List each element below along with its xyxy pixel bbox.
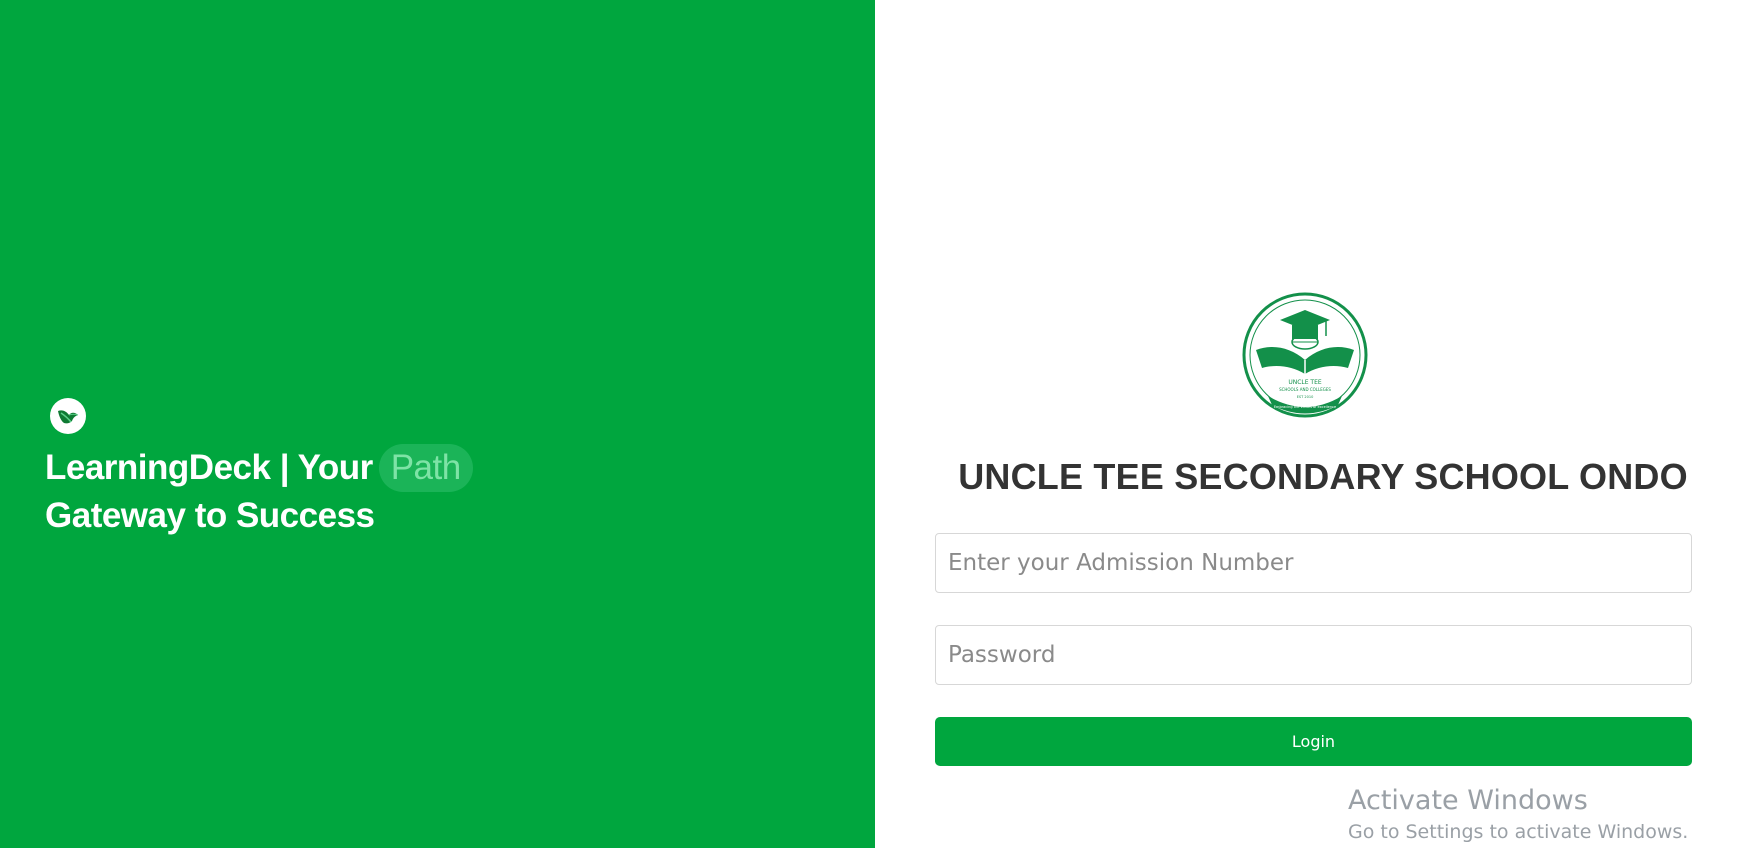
tagline-part1: LearningDeck | Your — [45, 448, 373, 487]
activate-windows-watermark: Activate Windows Go to Settings to activ… — [1348, 784, 1688, 846]
brand-block: LearningDeck | Your Path Gateway to Succe… — [45, 398, 605, 540]
password-input[interactable] — [935, 625, 1692, 685]
leaf-logo-icon — [50, 398, 86, 434]
login-button[interactable]: Login — [935, 717, 1692, 766]
brand-panel: LearningDeck | Your Path Gateway to Succe… — [0, 0, 875, 848]
tagline-part2: Gateway to Success — [45, 496, 375, 535]
crest-text-mid: SCHOOLS AND COLLEGES — [1279, 387, 1331, 392]
watermark-title: Activate Windows — [1348, 785, 1588, 816]
login-panel: UNCLE TEE SCHOOLS AND COLLEGES EST 2010 … — [875, 0, 1751, 848]
crest-text-top: UNCLE TEE — [1288, 379, 1322, 386]
tagline: LearningDeck | Your Path Gateway to Succe… — [45, 444, 605, 540]
watermark-subtitle: Go to Settings to activate Windows. — [1348, 821, 1689, 843]
leaf-logo-svg — [58, 410, 79, 424]
crest-text-est: EST 2010 — [1297, 395, 1314, 399]
crest-text-motto: Embracing the values of excellence — [1274, 405, 1336, 409]
login-page: LearningDeck | Your Path Gateway to Succe… — [0, 0, 1751, 848]
school-crest-logo: UNCLE TEE SCHOOLS AND COLLEGES EST 2010 … — [1242, 292, 1368, 418]
school-name: UNCLE TEE SECONDARY SCHOOL ONDO — [958, 456, 1688, 497]
tagline-highlight: Path — [378, 444, 473, 492]
admission-number-input[interactable] — [935, 533, 1692, 593]
